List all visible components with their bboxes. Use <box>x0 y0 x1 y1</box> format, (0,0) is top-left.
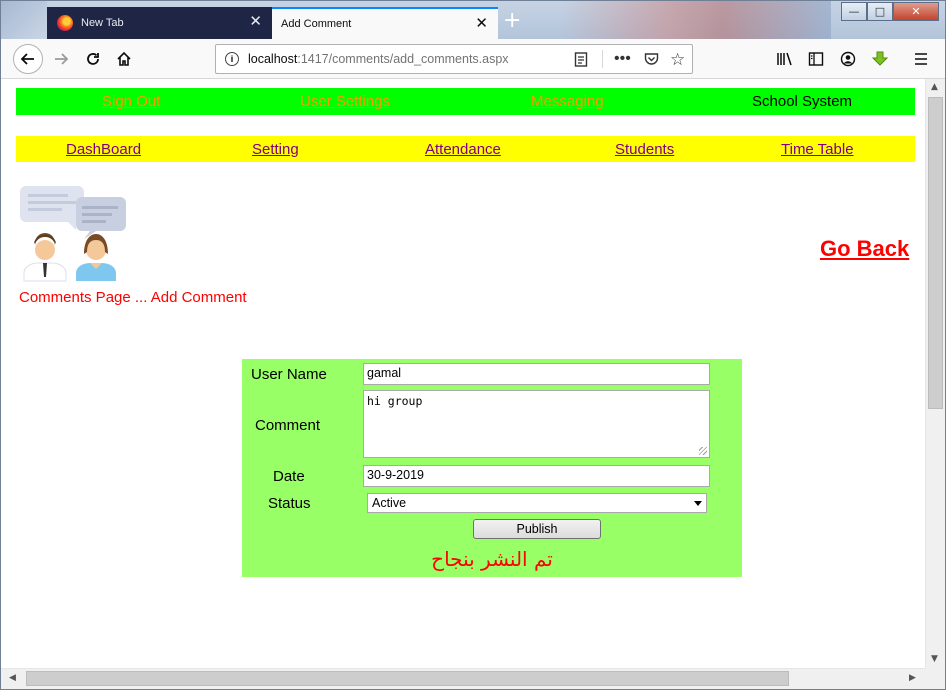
user-settings-link[interactable]: User Settings <box>300 93 390 110</box>
tab-label: Add Comment <box>281 18 352 30</box>
pocket-icon[interactable] <box>644 52 659 69</box>
tab-strip: New Tab ✕ Add Comment ✕ + — □ ✕ <box>1 1 945 39</box>
hamburger-glyph <box>915 53 927 65</box>
reader-view-icon[interactable] <box>574 52 588 70</box>
minimize-button[interactable]: — <box>841 2 867 21</box>
tab-add-comment[interactable]: Add Comment ✕ <box>272 7 498 39</box>
download-glyph <box>871 51 889 66</box>
maximize-button[interactable]: □ <box>867 2 893 21</box>
success-message: تم النشر بنجاح <box>431 547 553 571</box>
menu-icon[interactable] <box>909 47 933 71</box>
dashboard-link[interactable]: DashBoard <box>66 141 141 158</box>
horizontal-scrollbar[interactable]: ◀ ▶ <box>1 668 925 689</box>
comment-text: hi group <box>367 394 423 408</box>
status-label: Status <box>268 495 311 512</box>
address-bar[interactable]: i localhost:1417/comments/add_comments.a… <box>215 44 693 74</box>
sidebar-glyph <box>808 52 824 66</box>
publish-button[interactable]: Publish <box>473 519 601 539</box>
scroll-down-arrow-icon[interactable]: ▼ <box>931 654 938 664</box>
brand-title: School System <box>752 93 853 110</box>
account-icon[interactable] <box>836 47 860 71</box>
scroll-up-arrow-icon[interactable]: ▲ <box>931 82 938 92</box>
account-glyph <box>840 51 856 67</box>
sidebar-icon[interactable] <box>804 47 828 71</box>
sub-menu: DashBoard Setting Attendance Students Ti… <box>16 136 915 162</box>
download-extension-icon[interactable] <box>868 47 892 71</box>
attendance-link[interactable]: Attendance <box>425 141 501 158</box>
sign-out-link[interactable]: Sign Out <box>102 93 160 110</box>
tab-label: New Tab <box>81 17 124 29</box>
home-button[interactable] <box>112 47 136 71</box>
desktop-background <box>561 1 831 39</box>
close-window-button[interactable]: ✕ <box>893 2 939 21</box>
close-tab-icon[interactable]: ✕ <box>249 14 262 29</box>
scrollbar-corner <box>925 668 945 689</box>
username-label: User Name <box>251 366 327 383</box>
pocket-glyph <box>644 53 659 65</box>
library-icon[interactable] <box>773 47 797 71</box>
vertical-scroll-thumb[interactable] <box>928 97 943 409</box>
date-input[interactable]: 30-9-2019 <box>363 465 710 487</box>
url-host: localhost <box>248 52 298 66</box>
scroll-right-arrow-icon[interactable]: ▶ <box>909 673 916 683</box>
comments-people-icon <box>18 184 128 282</box>
library-glyph <box>777 52 792 66</box>
firefox-icon <box>57 15 73 31</box>
new-tab-button[interactable]: + <box>503 10 521 32</box>
forward-button[interactable] <box>49 47 73 71</box>
students-link[interactable]: Students <box>615 141 674 158</box>
comment-textarea[interactable]: hi group <box>363 390 710 458</box>
scroll-left-arrow-icon[interactable]: ◀ <box>9 673 16 683</box>
reload-button[interactable] <box>81 47 105 71</box>
dropdown-arrow-icon <box>694 500 702 506</box>
page-title: Comments Page ... Add Comment <box>19 289 247 306</box>
page-actions-icon[interactable]: ••• <box>614 50 631 68</box>
username-input[interactable]: gamal <box>363 363 710 385</box>
vertical-scrollbar[interactable]: ▲ ▼ <box>925 79 945 668</box>
top-menu: Sign Out User Settings Messaging School … <box>16 88 915 115</box>
desktop-background <box>1 1 47 39</box>
horizontal-scroll-thumb[interactable] <box>26 671 789 686</box>
site-info-icon[interactable]: i <box>225 52 239 66</box>
browser-window: New Tab ✕ Add Comment ✕ + — □ ✕ i localh… <box>0 0 946 690</box>
back-arrow-icon <box>20 53 34 65</box>
date-label: Date <box>273 468 305 485</box>
back-button[interactable] <box>13 44 43 74</box>
bookmark-star-icon[interactable]: ☆ <box>670 50 685 70</box>
comment-label: Comment <box>255 417 321 434</box>
add-comment-form: User Name gamal Comment hi group Date 30… <box>242 359 742 577</box>
reader-view-glyph <box>574 52 588 67</box>
messaging-link[interactable]: Messaging <box>531 93 604 110</box>
forward-arrow-icon <box>55 53 69 65</box>
resize-grip-icon[interactable] <box>699 447 707 455</box>
navigation-toolbar: i localhost:1417/comments/add_comments.a… <box>1 39 945 79</box>
comments-people-graphic <box>20 186 126 282</box>
url-path: :1417/comments/add_comments.aspx <box>297 52 509 66</box>
tab-new-tab[interactable]: New Tab ✕ <box>47 7 272 39</box>
window-controls: — □ ✕ <box>841 2 939 21</box>
page-content: Sign Out User Settings Messaging School … <box>1 79 925 668</box>
divider <box>602 50 603 68</box>
reload-icon <box>87 53 99 65</box>
close-tab-icon[interactable]: ✕ <box>475 16 488 31</box>
setting-link[interactable]: Setting <box>252 141 299 158</box>
status-selected-value: Active <box>372 496 407 510</box>
time-table-link[interactable]: Time Table <box>781 141 854 158</box>
go-back-link[interactable]: Go Back <box>820 236 909 262</box>
status-select[interactable]: Active <box>367 493 707 513</box>
home-icon <box>117 51 131 66</box>
